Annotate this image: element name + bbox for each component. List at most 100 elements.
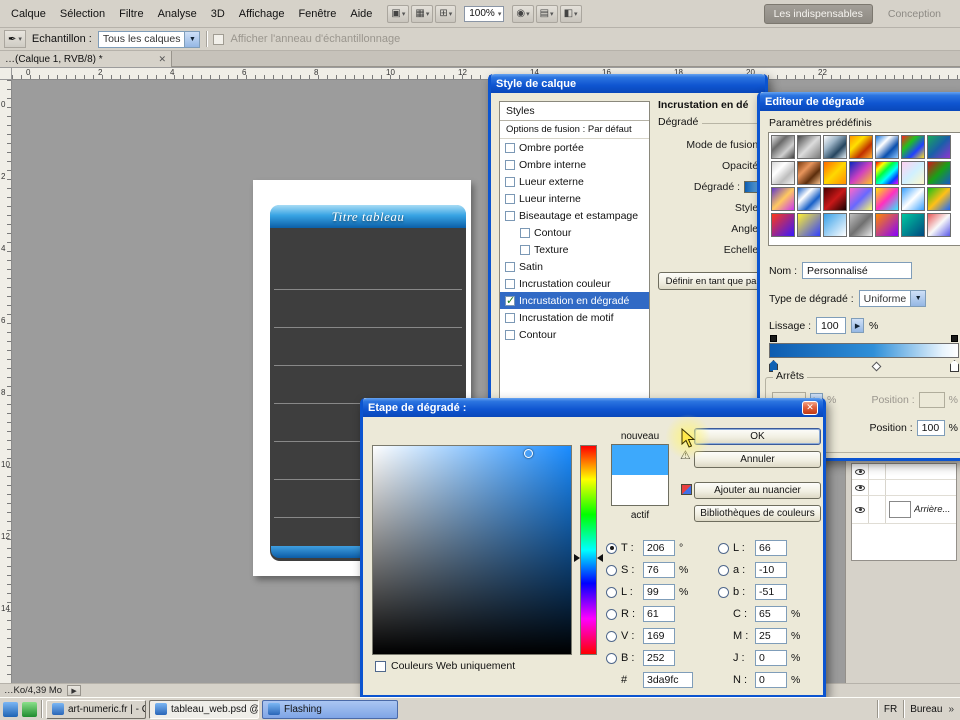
gradient-preset-swatch[interactable]: [823, 135, 847, 159]
gradient-preset-swatch[interactable]: [901, 135, 925, 159]
midpoint-marker[interactable]: [871, 361, 882, 372]
gradient-preset-swatch[interactable]: [771, 213, 795, 237]
gradient-preset-swatch[interactable]: [901, 213, 925, 237]
define-preset-button[interactable]: Définir en tant que pa: [658, 272, 764, 290]
style-list-item[interactable]: Lueur interne: [500, 190, 649, 207]
menu-item[interactable]: Fenêtre: [291, 6, 343, 22]
gradient-preset-swatch[interactable]: [927, 161, 951, 185]
gradient-preset-swatch[interactable]: [771, 135, 795, 159]
workspace-button[interactable]: Les indispensables: [763, 3, 873, 24]
gradient-preset-swatch[interactable]: [849, 187, 873, 211]
channel-input[interactable]: 66: [755, 540, 787, 556]
menu-item[interactable]: Sélection: [53, 6, 112, 22]
taskbar-window-button[interactable]: art-numeric.fr | - Goo...: [46, 699, 146, 719]
gradient-preset-swatch[interactable]: [927, 135, 951, 159]
style-list-item[interactable]: Incrustation couleur: [500, 275, 649, 292]
hue-marker-left[interactable]: [574, 554, 584, 562]
menu-item[interactable]: Filtre: [112, 6, 150, 22]
style-list-item[interactable]: Ombre interne: [500, 156, 649, 173]
style-checkbox[interactable]: [520, 244, 530, 255]
channel-input[interactable]: 0: [755, 650, 787, 666]
style-checkbox[interactable]: [505, 312, 515, 323]
dialog-titlebar[interactable]: Style de calque: [491, 74, 765, 93]
dialog-titlebar[interactable]: Editeur de dégradé: [760, 92, 960, 111]
channel-input[interactable]: 169: [643, 628, 675, 644]
radio-button[interactable]: [606, 586, 617, 598]
workspace-button[interactable]: Conception: [879, 5, 950, 23]
gradient-preset-swatch[interactable]: [771, 161, 795, 185]
gradient-preset-swatch[interactable]: [797, 161, 821, 185]
horizontal-ruler[interactable]: 0 2 4 6 8 10 12 14 16 18 20 22: [12, 68, 960, 80]
desktop-toolbar-label[interactable]: Bureau: [910, 704, 942, 715]
gradient-preset-swatch[interactable]: [797, 135, 821, 159]
style-list-item[interactable]: Texture: [500, 241, 649, 258]
opacity-stop-left[interactable]: [770, 335, 777, 342]
zoom-level-select[interactable]: 100% ▾: [464, 5, 505, 22]
dialog-button[interactable]: OK: [694, 428, 821, 445]
channel-input[interactable]: -51: [755, 584, 787, 600]
sampling-ring-checkbox[interactable]: [213, 33, 225, 45]
hand-tool-icon[interactable]: ◉ ▾: [512, 4, 534, 23]
position-input[interactable]: 100: [916, 420, 945, 436]
menu-item[interactable]: Analyse: [151, 6, 204, 22]
spinner-icon[interactable]: ▶: [851, 318, 865, 333]
gradient-preset-swatch[interactable]: [901, 161, 925, 185]
gradient-preset-swatch[interactable]: [797, 213, 821, 237]
smoothness-input[interactable]: 100: [816, 317, 847, 334]
gradient-type-dropdown[interactable]: Uniforme ▼: [858, 290, 927, 307]
gradient-preset-swatch[interactable]: [849, 213, 873, 237]
channel-input[interactable]: 0: [755, 672, 787, 688]
view-extras-icon[interactable]: ▦ ▾: [411, 4, 434, 23]
channel-input[interactable]: 206: [643, 540, 675, 556]
screen-mode-icon[interactable]: ◧ ▾: [559, 4, 582, 23]
radio-button[interactable]: [606, 652, 617, 664]
sample-dropdown[interactable]: Tous les calques ▼: [97, 30, 201, 48]
style-checkbox[interactable]: [505, 278, 515, 289]
radio-button[interactable]: [718, 542, 729, 554]
tool-preset-picker[interactable]: ✒ ▾: [4, 30, 26, 48]
style-checkbox[interactable]: [505, 210, 515, 221]
style-list-item[interactable]: Ombre portée: [500, 139, 649, 156]
radio-button[interactable]: [718, 564, 729, 576]
language-indicator[interactable]: FR: [884, 704, 897, 715]
status-options-button[interactable]: ▶: [67, 685, 82, 696]
layer-row[interactable]: [852, 480, 956, 496]
saturation-brightness-field[interactable]: [372, 445, 572, 655]
web-color-cube-icon[interactable]: [681, 484, 692, 495]
gradient-preset-swatch[interactable]: [823, 187, 847, 211]
blend-options-item[interactable]: Options de fusion : Par défaut: [500, 121, 649, 139]
eye-icon[interactable]: [855, 484, 865, 491]
style-list-item[interactable]: Lueur externe: [500, 173, 649, 190]
channel-input[interactable]: 76: [643, 562, 675, 578]
channel-input[interactable]: 252: [643, 650, 675, 666]
eye-icon[interactable]: [855, 468, 865, 475]
taskbar-window-button[interactable]: Flashing: [262, 699, 398, 719]
style-list-item[interactable]: Incrustation en dégradé: [500, 292, 649, 309]
menu-item[interactable]: Aide: [343, 6, 379, 22]
gradient-preset-swatch[interactable]: [927, 213, 951, 237]
close-icon[interactable]: ✕: [802, 400, 818, 415]
gradient-preset-swatch[interactable]: [875, 213, 899, 237]
channel-input[interactable]: -10: [755, 562, 787, 578]
close-icon[interactable]: ✕: [158, 54, 166, 65]
opacity-stop-right[interactable]: [951, 335, 958, 342]
gamut-warning-icon[interactable]: ⚠: [680, 448, 691, 462]
gradient-preset-swatch[interactable]: [875, 135, 899, 159]
style-checkbox[interactable]: [505, 261, 515, 272]
gradient-preset-swatch[interactable]: [875, 187, 899, 211]
gradient-preset-swatch[interactable]: [901, 187, 925, 211]
web-colors-checkbox[interactable]: [375, 660, 386, 672]
chevron-icon[interactable]: »: [948, 704, 954, 715]
dialog-button[interactable]: Bibliothèques de couleurs: [694, 505, 821, 522]
bridge-icon[interactable]: ▣ ▾: [387, 4, 410, 23]
gradient-preset-swatch[interactable]: [771, 187, 795, 211]
hue-marker-right[interactable]: [593, 554, 603, 562]
eye-icon[interactable]: [855, 506, 865, 513]
menu-item[interactable]: 3D: [204, 6, 232, 22]
style-list-item[interactable]: Satin: [500, 258, 649, 275]
channel-input[interactable]: 25: [755, 628, 787, 644]
style-checkbox[interactable]: [505, 176, 515, 187]
radio-button[interactable]: [606, 564, 617, 576]
hue-slider[interactable]: [574, 445, 603, 655]
dialog-titlebar[interactable]: Etape de dégradé : ✕: [363, 398, 823, 417]
